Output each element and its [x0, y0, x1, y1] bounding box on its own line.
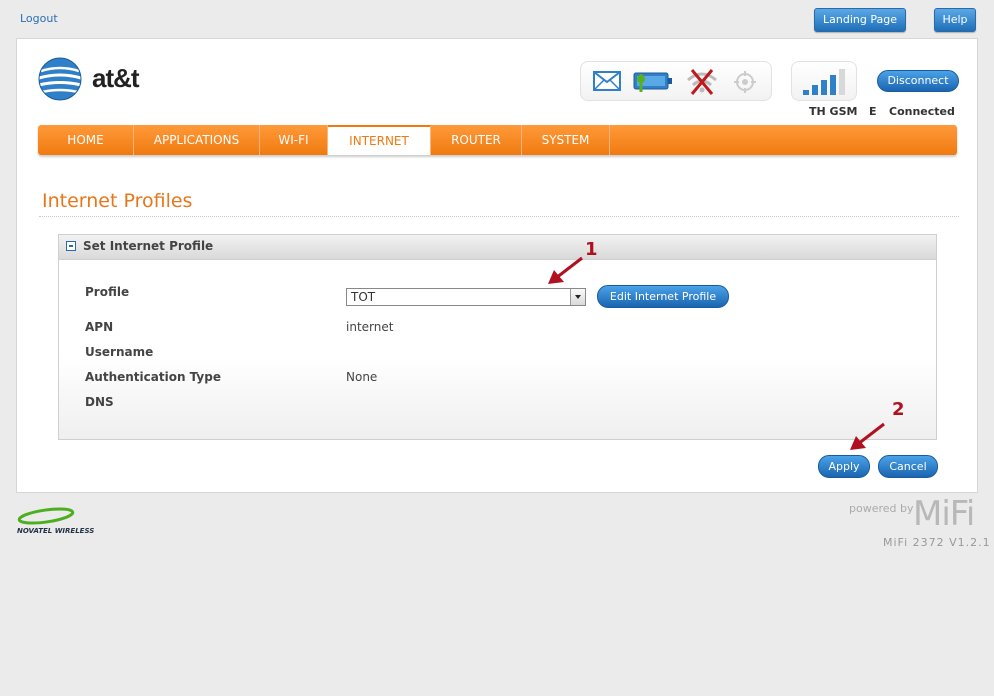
page-title: Internet Profiles	[42, 190, 193, 212]
main-nav: HOME APPLICATIONS WI-FI INTERNET ROUTER …	[38, 125, 957, 155]
section-title: Set Internet Profile	[83, 239, 214, 253]
signal-strength-icon	[803, 69, 845, 95]
nav-applications[interactable]: APPLICATIONS	[134, 125, 260, 155]
logo-text: at&t	[92, 63, 140, 93]
chevron-down-icon[interactable]	[570, 289, 585, 305]
nav-wifi[interactable]: WI-FI	[260, 125, 328, 155]
nav-home[interactable]: HOME	[38, 125, 134, 155]
section-header[interactable]: Set Internet Profile	[59, 235, 936, 260]
title-divider	[39, 216, 959, 217]
annotation-arrow-1	[548, 256, 583, 284]
logout-link[interactable]: Logout	[20, 12, 58, 25]
mifi-logo: MiFi	[913, 494, 975, 534]
auth-type-value: None	[346, 370, 378, 384]
dns-label: DNS	[85, 395, 114, 409]
powered-by-label: powered by	[849, 502, 914, 515]
annotation-number-2: 2	[892, 399, 905, 420]
status-icon-panel	[580, 61, 772, 101]
help-button[interactable]: Help	[934, 8, 976, 32]
connection-status: Connected	[889, 105, 955, 118]
apn-label: APN	[85, 320, 114, 334]
novatel-logo-text: NOVATEL WIRELESS	[17, 527, 95, 535]
cancel-button[interactable]: Cancel	[878, 455, 938, 478]
nav-system[interactable]: SYSTEM	[522, 125, 610, 155]
username-label: Username	[85, 345, 154, 359]
envelope-icon[interactable]	[593, 71, 621, 91]
gps-icon	[734, 71, 756, 93]
apply-button[interactable]: Apply	[818, 455, 870, 478]
annotation-number-1: 1	[585, 239, 598, 260]
novatel-swoosh-logo	[17, 507, 75, 525]
profile-select[interactable]: TOT	[346, 288, 586, 306]
internet-profile-section: Set Internet Profile Profile TOT Edit In…	[58, 234, 937, 440]
nav-router[interactable]: ROUTER	[431, 125, 522, 155]
collapse-icon[interactable]	[66, 241, 76, 251]
auth-type-label: Authentication Type	[85, 370, 221, 384]
firmware-version: MiFi 2372 V1.2.1	[883, 536, 991, 549]
network-tech: E	[869, 105, 877, 118]
network-name: TH GSM	[809, 105, 858, 118]
landing-page-button[interactable]: Landing Page	[814, 8, 906, 32]
att-globe-logo	[38, 57, 82, 101]
signal-panel	[791, 61, 857, 101]
disconnect-button[interactable]: Disconnect	[877, 70, 959, 92]
annotation-arrow-2	[850, 422, 885, 450]
apn-value: internet	[346, 320, 394, 334]
edit-internet-profile-button[interactable]: Edit Internet Profile	[597, 285, 729, 308]
wifi-disabled-icon	[687, 69, 717, 95]
profile-label: Profile	[85, 285, 130, 299]
nav-internet[interactable]: INTERNET	[328, 125, 431, 155]
battery-icon	[633, 72, 672, 92]
profile-select-value: TOT	[351, 290, 376, 304]
main-card: at&t Disconnect TH GSM E Connected HOME …	[16, 38, 978, 493]
